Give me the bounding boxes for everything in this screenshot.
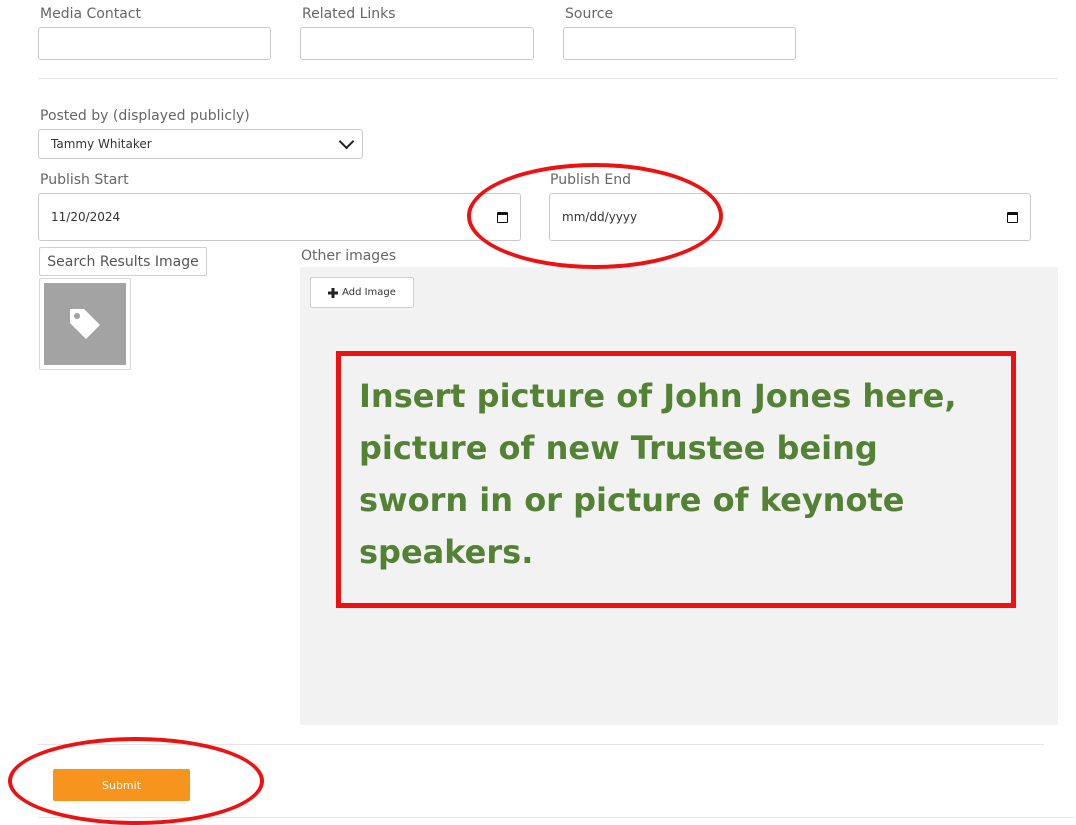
annotation-note: Insert picture of John Jones here, pictu… — [336, 351, 1016, 608]
media-contact-input[interactable] — [38, 27, 271, 60]
divider — [38, 78, 1058, 79]
calendar-icon[interactable] — [1007, 211, 1018, 223]
image-placeholder — [44, 283, 126, 365]
chevron-down-icon — [338, 133, 355, 150]
search-results-image-button[interactable]: Search Results Image — [39, 247, 207, 276]
source-input[interactable] — [563, 27, 796, 60]
related-links-input[interactable] — [300, 27, 534, 60]
related-links-label: Related Links — [302, 6, 396, 22]
search-results-image-thumbnail[interactable] — [39, 278, 131, 370]
publish-start-label: Publish Start — [40, 172, 129, 188]
add-image-button[interactable]: Add Image — [310, 277, 414, 308]
plus-icon — [328, 287, 339, 298]
publish-start-value: 11/20/2024 — [51, 210, 121, 224]
highlight-oval — [467, 163, 723, 269]
source-label: Source — [565, 6, 614, 22]
posted-by-select[interactable]: Tammy Whitaker — [38, 129, 363, 159]
media-contact-label: Media Contact — [40, 6, 141, 22]
add-image-label: Add Image — [342, 287, 396, 298]
publish-start-input[interactable]: 11/20/2024 — [38, 193, 521, 241]
other-images-label: Other images — [301, 248, 397, 264]
posted-by-selected: Tammy Whitaker — [51, 137, 152, 151]
tag-icon — [70, 309, 100, 339]
posted-by-label: Posted by (displayed publicly) — [40, 108, 250, 124]
highlight-oval — [8, 737, 264, 825]
